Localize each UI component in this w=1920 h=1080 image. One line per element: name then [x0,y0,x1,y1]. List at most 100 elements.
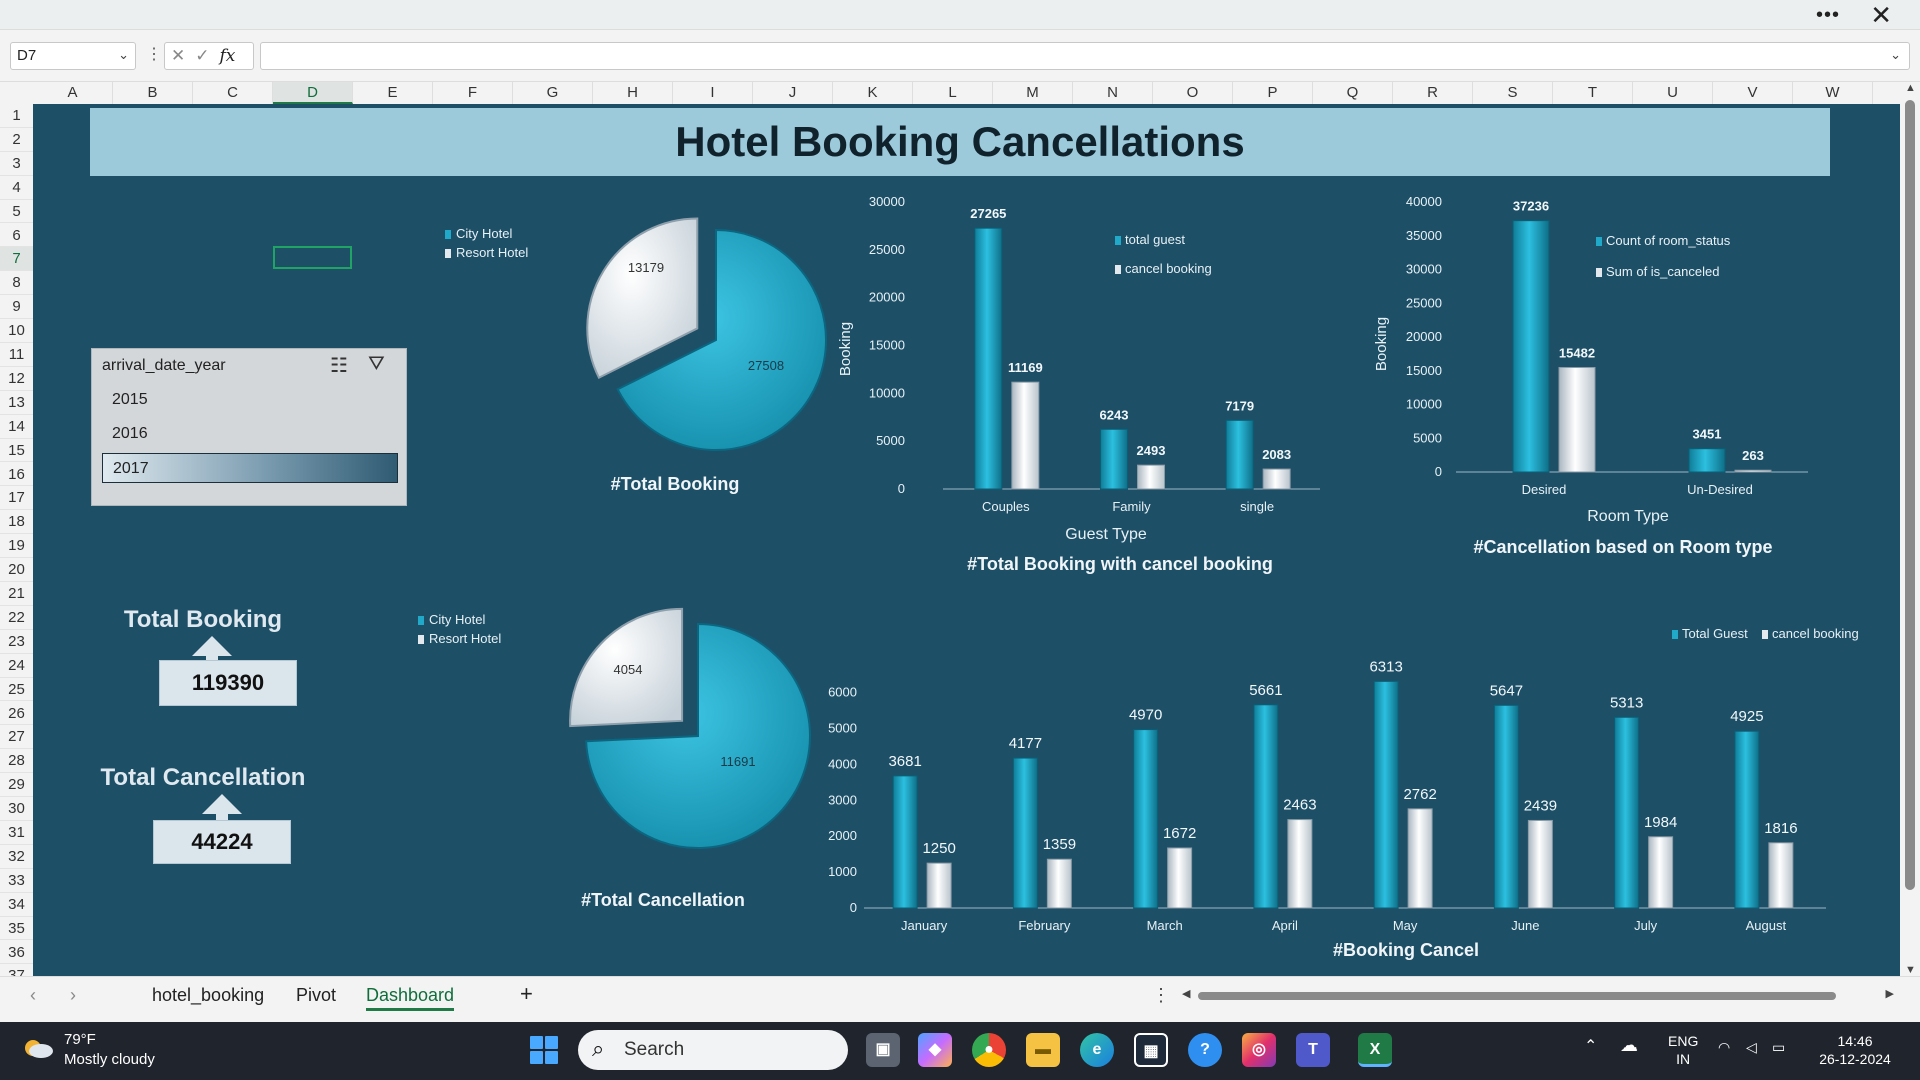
tab-hotel-booking[interactable]: hotel_booking [152,985,264,1006]
scroll-right-icon[interactable]: ▶ [1886,987,1894,1000]
excel-icon[interactable]: X [1358,1033,1392,1067]
chrome-icon[interactable]: ● [972,1033,1006,1067]
row-header-2[interactable]: 2 [0,128,33,152]
row-header-9[interactable]: 9 [0,295,33,320]
row-header-18[interactable]: 18 [0,510,33,535]
scroll-left-icon[interactable]: ◀ [1182,987,1190,1000]
edge-icon[interactable]: e [1080,1033,1114,1067]
row-header-7[interactable]: 7 [0,247,33,272]
column-header-g[interactable]: G [513,82,593,104]
language-indicator[interactable]: ENG IN [1668,1032,1698,1068]
column-header-q[interactable]: Q [1313,82,1393,104]
row-header-1[interactable]: 1 [0,104,33,128]
column-header-i[interactable]: I [673,82,753,104]
row-header-13[interactable]: 13 [0,391,33,415]
column-header-p[interactable]: P [1233,82,1313,104]
copilot-icon[interactable]: ◆ [918,1033,952,1067]
row-header-26[interactable]: 26 [0,702,33,726]
chevron-down-icon[interactable]: ⌄ [1890,47,1901,63]
name-box[interactable]: D7 ⌄ [10,42,136,70]
row-header-34[interactable]: 34 [0,893,33,917]
wifi-icon[interactable]: ◠ [1718,1038,1730,1056]
more-options-icon[interactable]: ••• [1816,4,1840,27]
row-header-10[interactable]: 10 [0,319,33,343]
column-header-n[interactable]: N [1073,82,1153,104]
column-header-f[interactable]: F [433,82,513,104]
column-header-d[interactable]: D [273,82,353,104]
column-header-l[interactable]: L [913,82,993,104]
column-header-u[interactable]: U [1633,82,1713,104]
column-header-r[interactable]: R [1393,82,1473,104]
row-header-16[interactable]: 16 [0,463,33,487]
horizontal-scrollbar[interactable]: ◀ ▶ [1178,987,1898,1003]
tab-pivot[interactable]: Pivot [296,985,336,1006]
instagram-icon[interactable]: ◎ [1242,1033,1276,1067]
vertical-scroll-thumb[interactable] [1905,100,1915,890]
column-header-w[interactable]: W [1793,82,1873,104]
tabbar-divider-icon[interactable]: ⋮ [1152,985,1170,1006]
scroll-up-icon[interactable]: ▲ [1905,82,1916,94]
windows-start-icon[interactable] [530,1036,558,1064]
row-header-23[interactable]: 23 [0,630,33,654]
volume-icon[interactable]: ◁ [1746,1038,1757,1056]
function-icon[interactable]: fx [220,46,236,66]
cancel-icon[interactable]: ✕ [171,46,185,66]
show-hidden-icons[interactable]: ⌃ [1584,1038,1597,1056]
row-header-5[interactable]: 5 [0,200,33,224]
column-header-k[interactable]: K [833,82,913,104]
row-header-31[interactable]: 31 [0,821,33,845]
column-header-b[interactable]: B [113,82,193,104]
column-header-o[interactable]: O [1153,82,1233,104]
row-header-3[interactable]: 3 [0,152,33,176]
row-header-32[interactable]: 32 [0,845,33,869]
column-header-e[interactable]: E [353,82,433,104]
column-header-j[interactable]: J [753,82,833,104]
store-icon[interactable]: ▦ [1134,1033,1168,1067]
tab-next-icon[interactable]: › [70,985,76,1006]
battery-icon[interactable]: ▭ [1772,1038,1785,1056]
row-header-14[interactable]: 14 [0,415,33,439]
help-icon[interactable]: ? [1188,1033,1222,1067]
dashboard-sheet[interactable]: Hotel Booking Cancellations arrival_date… [33,104,1900,976]
column-header-v[interactable]: V [1713,82,1793,104]
column-header-s[interactable]: S [1473,82,1553,104]
row-header-35[interactable]: 35 [0,917,33,941]
check-icon[interactable]: ✓ [195,46,209,66]
row-header-22[interactable]: 22 [0,606,33,630]
column-header-a[interactable]: A [33,82,113,104]
formula-input[interactable]: ⌄ [260,42,1910,70]
column-header-t[interactable]: T [1553,82,1633,104]
row-header-30[interactable]: 30 [0,797,33,821]
chevron-down-icon[interactable]: ⌄ [118,47,129,63]
row-header-6[interactable]: 6 [0,224,33,248]
row-header-20[interactable]: 20 [0,558,33,582]
row-header-29[interactable]: 29 [0,773,33,798]
row-header-17[interactable]: 17 [0,486,33,511]
teams-icon[interactable]: T [1296,1033,1330,1067]
tab-dashboard[interactable]: Dashboard [366,985,455,1011]
column-header-c[interactable]: C [193,82,273,104]
row-header-15[interactable]: 15 [0,439,33,463]
close-icon[interactable]: ✕ [1870,0,1892,31]
add-sheet-button[interactable]: + [520,981,533,1007]
horizontal-scroll-thumb[interactable] [1198,992,1836,1000]
row-header-4[interactable]: 4 [0,176,33,200]
taskbar-search[interactable]: ⌕ Search [578,1030,848,1070]
row-header-25[interactable]: 25 [0,678,33,702]
column-header-h[interactable]: H [593,82,673,104]
row-header-36[interactable]: 36 [0,941,33,965]
weather-widget[interactable]: 79°F Mostly cloudy [64,1030,155,1070]
row-header-33[interactable]: 33 [0,869,33,893]
row-header-27[interactable]: 27 [0,725,33,750]
task-view-icon[interactable]: ▣ [866,1033,900,1067]
onedrive-cloud-icon[interactable]: ☁ [1620,1036,1638,1054]
vertical-scrollbar[interactable]: ▲ ▼ [1900,82,1920,976]
tab-prev-icon[interactable]: ‹ [30,985,36,1006]
file-explorer-icon[interactable]: ▬ [1026,1033,1060,1067]
scroll-down-icon[interactable]: ▼ [1905,964,1916,976]
row-header-28[interactable]: 28 [0,749,33,774]
row-header-11[interactable]: 11 [0,343,33,367]
row-header-8[interactable]: 8 [0,271,33,296]
drag-handle-icon[interactable]: ⋮ [146,44,162,64]
row-header-12[interactable]: 12 [0,367,33,391]
